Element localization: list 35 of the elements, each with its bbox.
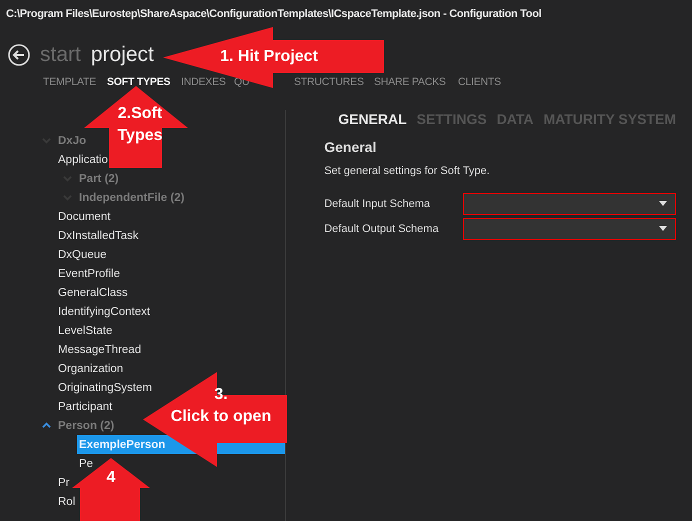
tree-item[interactable]: GeneralClass xyxy=(56,283,128,302)
tree-item[interactable]: Rol xyxy=(56,492,76,511)
annotation-label: 1. Hit Project xyxy=(219,47,319,67)
tree-item[interactable]: OriginatingSystem xyxy=(56,378,152,397)
tree-item[interactable]: LevelState xyxy=(56,321,112,340)
section-tab[interactable]: GENERAL xyxy=(338,111,407,137)
nav-tab[interactable]: TEMPLATE xyxy=(43,76,96,88)
tree-item[interactable]: MessageThread xyxy=(56,340,142,359)
tree-item[interactable]: Document xyxy=(56,207,110,226)
breadcrumb-link[interactable]: project xyxy=(90,43,154,67)
tree-item[interactable]: Pr xyxy=(56,473,70,492)
tree-item[interactable]: Applicatio xyxy=(56,150,108,169)
tree-item[interactable]: EventProfile xyxy=(56,264,120,283)
nav-tab[interactable]: STRUCTURES xyxy=(294,76,364,88)
caret-icon xyxy=(659,226,667,231)
schema-dropdown[interactable] xyxy=(463,218,676,240)
nav-tab[interactable]: SOFT TYPES xyxy=(107,76,170,88)
schema-dropdown[interactable] xyxy=(463,192,676,214)
field-label: Default Output Schema xyxy=(324,222,440,234)
window-title: C:\Program Files\Eurostep\ShareAspace\ConfigurationTemplates\ICspaceTemplate.json - Configuration Tool xyxy=(5,7,542,22)
nav-tab[interactable]: INDEXES xyxy=(181,76,226,88)
tree-item[interactable]: Organization xyxy=(56,359,124,378)
tree-item[interactable]: IdentifyingContext xyxy=(56,302,150,321)
annotation-label: 4 xyxy=(106,468,116,488)
section-title: General xyxy=(324,139,378,155)
tree-item[interactable]: DxQueue xyxy=(56,245,107,264)
back-icon[interactable] xyxy=(8,44,30,66)
field-label: Default Input Schema xyxy=(324,198,432,210)
tree-item[interactable]: Participant xyxy=(56,397,112,416)
nav-tab[interactable]: SHARE PACKS xyxy=(374,76,446,88)
nav-tab[interactable]: CLIENTS xyxy=(458,76,501,88)
annotation-label: 2.Soft Types xyxy=(116,104,164,146)
section-description: Set general settings for Soft Type. xyxy=(324,165,491,177)
tree-item[interactable]: DxInstalledTask xyxy=(56,226,139,245)
caret-icon xyxy=(659,201,667,206)
